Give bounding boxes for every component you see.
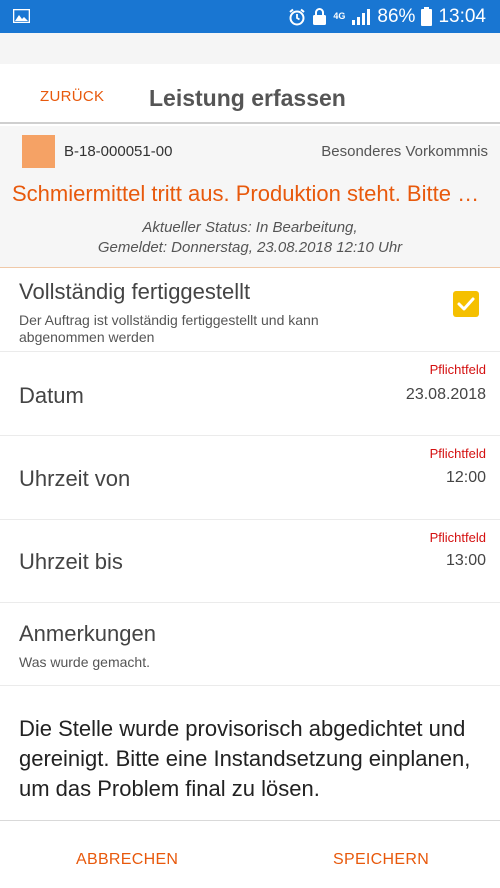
remarks-row: Anmerkungen Was wurde gemacht. <box>0 603 500 686</box>
check-icon <box>457 297 475 311</box>
time-to-label: Uhrzeit bis <box>19 549 123 574</box>
status-color-swatch <box>22 135 55 168</box>
problem-description: Schmiermittel tritt aus. Produktion steh… <box>12 181 490 206</box>
order-info: B-18-000051-00 Besonderes Vorkommnis Sch… <box>0 126 500 268</box>
lock-icon <box>313 7 327 25</box>
required-label: Pflichtfeld <box>429 362 486 377</box>
cancel-button[interactable]: ABBRECHEN <box>76 851 178 869</box>
date-label: Datum <box>19 383 84 408</box>
order-category: Besonderes Vorkommnis <box>321 143 488 160</box>
time-from-row[interactable]: Pflichtfeld Uhrzeit von 12:00 <box>0 436 500 520</box>
clock: 13:04 <box>438 5 486 27</box>
completed-title: Vollständig fertiggestellt <box>19 279 251 304</box>
completed-row[interactable]: Vollständig fertiggestellt Der Auftrag i… <box>0 268 500 352</box>
reported-line: Gemeldet: Donnerstag, 23.08.2018 12:10 U… <box>97 239 403 256</box>
alarm-icon <box>289 8 306 25</box>
time-to-row[interactable]: Pflichtfeld Uhrzeit bis 13:00 <box>0 520 500 603</box>
date-row[interactable]: Pflichtfeld Datum 23.08.2018 <box>0 352 500 436</box>
footer: ABBRECHEN SPEICHERN <box>0 820 500 888</box>
time-from-label: Uhrzeit von <box>19 466 131 491</box>
time-from-value[interactable]: 12:00 <box>446 469 486 487</box>
order-number: B-18-000051-00 <box>64 143 173 160</box>
battery-icon <box>421 7 433 26</box>
remarks-text[interactable]: Die Stelle wurde provisorisch abgedichte… <box>19 714 489 804</box>
back-button[interactable]: ZURÜCK <box>40 88 104 105</box>
image-icon <box>13 9 30 23</box>
required-label: Pflichtfeld <box>429 446 486 461</box>
signal-icon <box>352 8 371 25</box>
app-bar-spacer <box>0 33 500 64</box>
header: ZURÜCK Leistung erfassen <box>0 64 500 124</box>
4g-icon: 4G <box>333 11 346 21</box>
status-line: Aktueller Status: In Bearbeitung, <box>142 219 358 236</box>
battery-percent: 86% <box>377 5 416 27</box>
save-button[interactable]: SPEICHERN <box>333 851 429 869</box>
required-label: Pflichtfeld <box>429 530 486 545</box>
remarks-title: Anmerkungen <box>19 621 156 646</box>
completed-checkbox[interactable] <box>453 291 479 317</box>
completed-description: Der Auftrag ist vollständig fertiggestel… <box>19 312 319 345</box>
time-to-value[interactable]: 13:00 <box>446 552 486 570</box>
page-title: Leistung erfassen <box>149 85 346 111</box>
date-value[interactable]: 23.08.2018 <box>406 386 486 404</box>
remarks-hint: Was wurde gemacht. <box>19 654 150 670</box>
status-bar: 4G 86% 13:04 <box>0 0 500 33</box>
